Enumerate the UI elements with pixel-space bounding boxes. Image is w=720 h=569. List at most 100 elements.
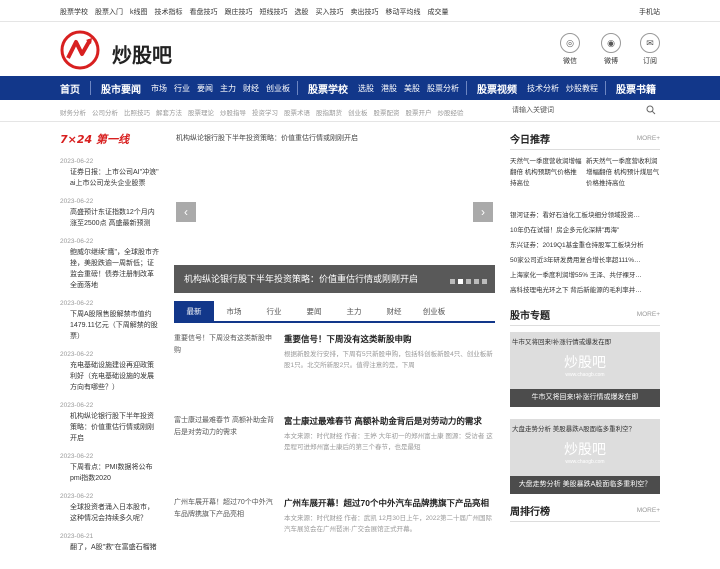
nav-item-main-force[interactable]: 主力: [220, 83, 236, 94]
today-featured-image[interactable]: 天然气一季度营收润增幅翻倍 机构预期气价格推持高位: [510, 156, 582, 196]
tab-industry[interactable]: 行业: [254, 301, 294, 321]
topics-more-link[interactable]: MORE+: [637, 311, 660, 318]
nav-school[interactable]: 股票学校: [308, 81, 348, 96]
nav-item-hk[interactable]: 港股: [381, 83, 397, 94]
wechat-button[interactable]: ◎ 微信: [555, 33, 585, 66]
search-input[interactable]: 请输入关键词: [512, 107, 554, 114]
sub-nav-item[interactable]: 创业板: [348, 107, 368, 117]
nav-item-industry[interactable]: 行业: [174, 83, 190, 94]
top-link[interactable]: k线图: [130, 7, 148, 17]
weibo-button[interactable]: ◉ 微博: [596, 33, 626, 66]
sub-nav-item[interactable]: 比照技巧: [124, 107, 150, 117]
nav-item-news[interactable]: 要闻: [197, 83, 213, 94]
top-link[interactable]: 跟庄技巧: [225, 7, 253, 17]
nav-books[interactable]: 股票书籍: [616, 81, 656, 96]
sub-nav-item[interactable]: 公司分析: [92, 107, 118, 117]
top-link[interactable]: 成交量: [428, 7, 449, 17]
top-link[interactable]: 卖出技巧: [351, 7, 379, 17]
carousel-dots[interactable]: [450, 279, 487, 284]
mobile-site-link[interactable]: 手机站: [639, 7, 660, 17]
news-title[interactable]: 下周看点：PMI数据将公布 pmi指数2020: [60, 462, 160, 484]
top-link[interactable]: 选股: [295, 7, 309, 17]
article-title[interactable]: 广州车展开幕！超过70个中外汽车品牌携旗下产品亮相: [284, 497, 489, 509]
nav-item-stock-pick[interactable]: 选股: [358, 83, 374, 94]
news-title[interactable]: 鲍威尔继续"鹰"，全球股市齐挫，美股跌逾一周新低；证监会重磅！债券注册制改革全面…: [60, 247, 160, 291]
article-thumbnail[interactable]: 重要信号！下周没有这类新股申购: [174, 333, 276, 357]
list-item[interactable]: 50家公司近3年研发费用复合增长率超111%…: [510, 253, 660, 268]
sub-nav-item[interactable]: 股票开户: [406, 107, 432, 117]
sub-nav-item[interactable]: 投资学习: [252, 107, 278, 117]
sub-nav-item[interactable]: 股票理论: [188, 107, 214, 117]
tab-finance[interactable]: 财经: [374, 301, 414, 321]
nav-item-us[interactable]: 美股: [404, 83, 420, 94]
news-title[interactable]: 高盛预计东证指数12个月内涨至2500点 高盛最新预测: [60, 207, 160, 229]
top-link[interactable]: 移动平均线: [386, 7, 421, 17]
carousel-prev-button[interactable]: ‹: [176, 202, 196, 222]
first-line-item[interactable]: 2023-06-21 翻了，A股"救"在富盛石榴猪: [60, 533, 160, 553]
sub-nav-item[interactable]: 股指期货: [316, 107, 342, 117]
list-item[interactable]: 高科技理电光环之下 背后新能源的毛利率并…: [510, 283, 660, 298]
carousel-dot[interactable]: [474, 279, 479, 284]
top-link[interactable]: 技术指标: [155, 7, 183, 17]
article-item[interactable]: 富士康过最难春节 高额补助金背后是对劳动力的需求 富士康过最难春节 高额补助金背…: [174, 415, 495, 487]
topic-card[interactable]: 牛市又将回来!补涨行情或爆发在即 炒股吧 www.chaogb.com 牛市又将…: [510, 332, 660, 407]
tab-news[interactable]: 要闻: [294, 301, 334, 321]
article-title[interactable]: 重要信号！下周没有这类新股申购: [284, 333, 412, 345]
list-item[interactable]: 上海家化一季度利润增55% 王泽、共仔裸牙…: [510, 268, 660, 283]
carousel-dot[interactable]: [450, 279, 455, 284]
nav-home[interactable]: 首页: [60, 81, 80, 96]
sub-nav-item[interactable]: 股票术语: [284, 107, 310, 117]
today-featured-title[interactable]: 新天然气一季度营收利润增幅翻倍 机构预计煤层气价格推持高位: [586, 156, 660, 189]
topic-caption[interactable]: 大盘走势分析 美股暴跌A股面临多重利空？: [510, 476, 660, 494]
first-line-item[interactable]: 2023-06-22 证券日报：上市公司AI"冲浪" ai上市公司龙头企业股票: [60, 158, 160, 189]
sub-nav-item[interactable]: 炒股经验: [438, 107, 464, 117]
list-item[interactable]: 10年仍在试错！房企多元化深耕"再海": [510, 223, 660, 238]
news-title[interactable]: 下周A股限售股解禁市值约1479.11亿元（下周解禁的股票）: [60, 309, 160, 342]
first-line-item[interactable]: 2023-06-22 机构纵论银行股下半年投资策略：价值重估行情或刚刚开启: [60, 402, 160, 444]
news-title[interactable]: 机构纵论银行股下半年投资策略：价值重估行情或刚刚开启: [60, 411, 160, 444]
sub-nav-item[interactable]: 炒股指导: [220, 107, 246, 117]
carousel-next-button[interactable]: ›: [473, 202, 493, 222]
first-line-item[interactable]: 2023-06-22 下周看点：PMI数据将公布 pmi指数2020: [60, 453, 160, 484]
list-item[interactable]: 东兴证券：2019Q1基金重仓持股军工板块分析: [510, 238, 660, 253]
nav-item-analysis[interactable]: 股票分析: [427, 83, 459, 94]
top-link[interactable]: 股票入门: [95, 7, 123, 17]
nav-item-tech-analysis[interactable]: 技术分析: [527, 83, 559, 94]
today-featured[interactable]: 天然气一季度营收润增幅翻倍 机构预期气价格推持高位 新天然气一季度营收利润增幅翻…: [510, 156, 660, 208]
nav-item-finance[interactable]: 财经: [243, 83, 259, 94]
subscribe-button[interactable]: ✉ 订阅: [635, 33, 665, 66]
first-line-item[interactable]: 2023-06-22 全球投资者涌入日本股市，这种情况会持续多久呢？: [60, 493, 160, 524]
list-item[interactable]: 银河证券：看好石油化工板块细分领域投资…: [510, 208, 660, 223]
article-thumbnail[interactable]: 富士康过最难春节 高额补助金背后是对劳动力的需求: [174, 415, 276, 439]
sub-nav-item[interactable]: 解套方法: [156, 107, 182, 117]
sub-nav-item[interactable]: 财务分析: [60, 107, 86, 117]
top-link[interactable]: 短线技巧: [260, 7, 288, 17]
tab-market[interactable]: 市场: [214, 301, 254, 321]
first-line-item[interactable]: 2023-06-22 下周A股限售股解禁市值约1479.11亿元（下周解禁的股票）: [60, 300, 160, 342]
top-link[interactable]: 股票学校: [60, 7, 88, 17]
article-item[interactable]: 重要信号！下周没有这类新股申购 重要信号！下周没有这类新股申购 根据新股发行安排…: [174, 333, 495, 405]
first-line-item[interactable]: 2023-06-22 高盛预计东证指数12个月内涨至2500点 高盛最新预测: [60, 198, 160, 229]
top-link[interactable]: 买入技巧: [316, 7, 344, 17]
weekly-more-link[interactable]: MORE+: [637, 507, 660, 514]
today-more-link[interactable]: MORE+: [637, 135, 660, 142]
news-title[interactable]: 证券日报：上市公司AI"冲浪" ai上市公司龙头企业股票: [60, 167, 160, 189]
nav-market-news[interactable]: 股市要闻: [101, 81, 141, 96]
article-title[interactable]: 富士康过最难春节 高额补助金背后是对劳动力的需求: [284, 415, 482, 427]
logo-icon[interactable]: [60, 30, 100, 70]
tab-latest[interactable]: 最新: [174, 301, 214, 321]
article-item[interactable]: 广州车展开幕！超过70个中外汽车品牌携旗下产品亮相 广州车展开幕！超过70个中外…: [174, 497, 495, 569]
nav-item-tutorial[interactable]: 炒股教程: [566, 83, 598, 94]
tab-main-force[interactable]: 主力: [334, 301, 374, 321]
tab-gem[interactable]: 创业板: [414, 301, 454, 321]
carousel-dot[interactable]: [458, 279, 463, 284]
nav-video[interactable]: 股票视频: [477, 81, 517, 96]
carousel-caption[interactable]: 机构纵论银行股下半年投资策略：价值重估行情或刚刚开启: [174, 265, 495, 293]
sub-nav-item[interactable]: 股票配资: [374, 107, 400, 117]
first-line-item[interactable]: 2023-06-22 鲍威尔继续"鹰"，全球股市齐挫，美股跌逾一周新低；证监会重磅…: [60, 238, 160, 291]
search-box[interactable]: 请输入关键词: [512, 105, 660, 118]
news-title[interactable]: 翻了，A股"救"在富盛石榴猪: [60, 542, 160, 553]
top-link[interactable]: 看盘技巧: [190, 7, 218, 17]
carousel[interactable]: 机构纵论银行股下半年投资策略：价值重估行情或刚刚开启 ‹ › 机构纵论银行股下半…: [174, 128, 495, 293]
topic-card[interactable]: 大盘走势分析 美股暴跌A股面临多重利空？ 炒股吧 www.chaogb.com …: [510, 419, 660, 494]
